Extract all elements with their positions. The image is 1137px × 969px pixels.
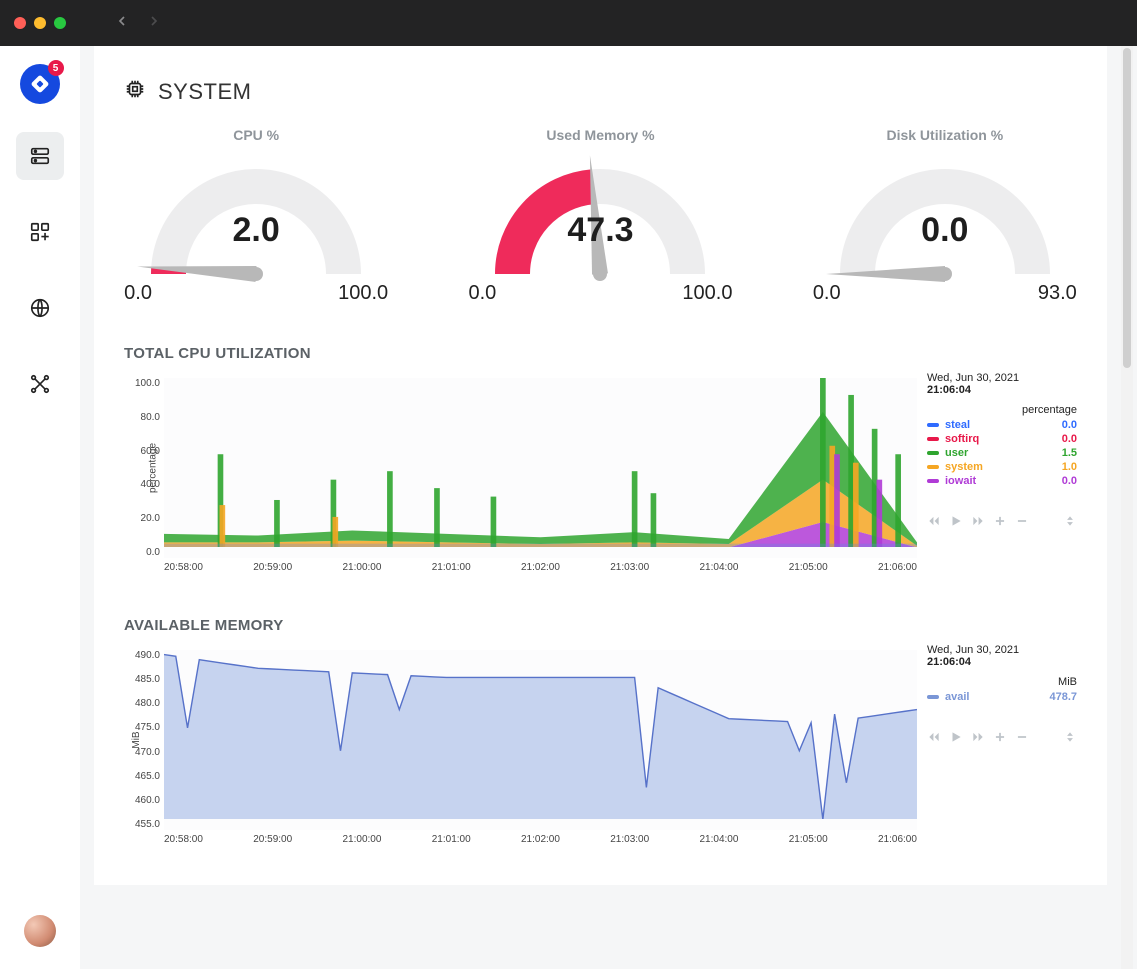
x-ticks: 20:58:0020:59:0021:00:0021:01:0021:02:00…	[164, 834, 917, 845]
legend-unit: MiB	[927, 676, 1077, 688]
legend-item[interactable]: system1.0	[927, 460, 1077, 474]
forward-button[interactable]	[971, 730, 985, 747]
legend-unit: percentage	[927, 404, 1077, 416]
gauge-value: 2.0	[106, 211, 406, 250]
chart-title: AVAILABLE MEMORY	[124, 617, 1077, 634]
gauge-min: 0.0	[468, 282, 496, 305]
window-maximize-button[interactable]	[54, 17, 66, 29]
legend-time: 21:06:04	[927, 384, 1077, 396]
sort-button[interactable]	[1063, 730, 1077, 747]
sidebar-item-network[interactable]	[16, 360, 64, 408]
legend-date: Wed, Jun 30, 2021	[927, 644, 1077, 656]
chart-available-memory: AVAILABLE MEMORY MiB 490.0485.0480.0475.…	[94, 597, 1107, 845]
legend-time: 21:06:04	[927, 656, 1077, 668]
cpu-icon	[124, 78, 146, 105]
window-close-button[interactable]	[14, 17, 26, 29]
play-button[interactable]	[949, 514, 963, 531]
window-minimize-button[interactable]	[34, 17, 46, 29]
x-ticks: 20:58:0020:59:0021:00:0021:01:0021:02:00…	[164, 562, 917, 573]
scrollbar[interactable]	[1121, 46, 1133, 969]
brand-logo[interactable]: 5	[20, 64, 60, 104]
avatar[interactable]	[24, 915, 56, 947]
nav-forward-button[interactable]	[146, 13, 162, 34]
sidebar-item-web[interactable]	[16, 284, 64, 332]
gauge-memory: Used Memory % 47.3 0.0 100.0	[450, 127, 750, 305]
forward-button[interactable]	[971, 514, 985, 531]
gauge-value: 47.3	[450, 211, 750, 250]
gauge-cpu: CPU % 2.0 0.0 100.0	[106, 127, 406, 305]
gauge-min: 0.0	[813, 282, 841, 305]
zoom-in-button[interactable]	[993, 514, 1007, 531]
nav-back-button[interactable]	[114, 13, 130, 34]
legend-item[interactable]: avail478.7	[927, 690, 1077, 704]
sidebar-item-nodes[interactable]	[16, 132, 64, 180]
chart-title: TOTAL CPU UTILIZATION	[124, 345, 1077, 362]
sidebar-item-dashboards[interactable]	[16, 208, 64, 256]
legend-item[interactable]: iowait0.0	[927, 474, 1077, 488]
gauge-max: 93.0	[1038, 282, 1077, 305]
gauge-row: CPU % 2.0 0.0 100.0 Used Memory % 47.3 0…	[94, 127, 1107, 325]
chart-legend: Wed, Jun 30, 2021 21:06:04 MiB avail478.…	[927, 644, 1077, 845]
gauge-value: 0.0	[795, 211, 1095, 250]
y-ticks: 100.080.060.040.020.00.0	[124, 378, 160, 558]
chart-plot-area[interactable]: MiB 490.0485.0480.0475.0470.0465.0460.04…	[164, 650, 917, 830]
gauge-disk: Disk Utilization % 0.0 0.0 93.0	[795, 127, 1095, 305]
y-ticks: 490.0485.0480.0475.0470.0465.0460.0455.0	[124, 650, 160, 830]
zoom-out-button[interactable]	[1015, 730, 1029, 747]
chart-controls	[927, 514, 1077, 531]
gauge-min: 0.0	[124, 282, 152, 305]
legend-date: Wed, Jun 30, 2021	[927, 372, 1077, 384]
main-content: SYSTEM CPU % 2.0 0.0 100.0 Used Memory %…	[80, 46, 1137, 969]
notification-badge: 5	[48, 60, 64, 76]
scrollbar-thumb[interactable]	[1123, 48, 1131, 368]
zoom-in-button[interactable]	[993, 730, 1007, 747]
legend-item[interactable]: softirq0.0	[927, 432, 1077, 446]
window-titlebar	[0, 0, 1137, 46]
section-title: SYSTEM	[158, 79, 251, 105]
chart-cpu-utilization: TOTAL CPU UTILIZATION percentage 100.080…	[94, 325, 1107, 573]
zoom-out-button[interactable]	[1015, 514, 1029, 531]
nav-arrows	[114, 13, 162, 34]
play-button[interactable]	[949, 730, 963, 747]
window-controls	[14, 17, 66, 29]
rewind-button[interactable]	[927, 514, 941, 531]
rewind-button[interactable]	[927, 730, 941, 747]
chart-legend: Wed, Jun 30, 2021 21:06:04 percentage st…	[927, 372, 1077, 573]
chart-controls	[927, 730, 1077, 747]
chart-plot-area[interactable]: percentage 100.080.060.040.020.00.0	[164, 378, 917, 558]
legend-item[interactable]: user1.5	[927, 446, 1077, 460]
sort-button[interactable]	[1063, 514, 1077, 531]
legend-item[interactable]: steal0.0	[927, 418, 1077, 432]
sidebar: 5	[0, 46, 80, 969]
gauge-max: 100.0	[338, 282, 388, 305]
gauge-max: 100.0	[682, 282, 732, 305]
